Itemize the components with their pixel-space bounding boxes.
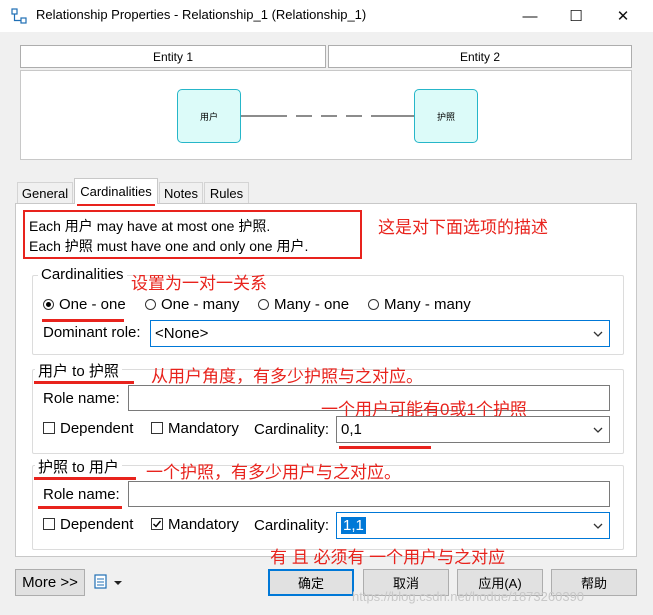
entity-box-user[interactable]: 用户 (177, 89, 241, 143)
dominant-role-label: Dominant role: (43, 324, 141, 341)
role1-dependent-label: Dependent (60, 419, 134, 437)
dropdown-arrow-icon (593, 331, 603, 337)
radio-indicator (368, 298, 379, 310)
radio-indicator (145, 298, 156, 310)
annotation-underline-role2 (34, 477, 136, 480)
tab-notes[interactable]: Notes (159, 182, 203, 204)
dominant-role-value: <None> (155, 325, 209, 342)
dominant-role-select[interactable]: <None> (150, 320, 610, 347)
role1-cardinality-select[interactable]: 0,1 (336, 416, 610, 443)
radio-many-many[interactable]: Many - many (368, 295, 471, 313)
role2-mandatory-label: Mandatory (168, 515, 239, 533)
role2-name-input[interactable] (128, 481, 610, 507)
checkbox-indicator (151, 422, 163, 434)
checkbox-indicator (43, 518, 55, 530)
relationship-app-icon (11, 8, 27, 24)
radio-one-one[interactable]: One - one (43, 295, 126, 313)
role2-cardinality-label: Cardinality: (254, 517, 330, 534)
role1-legend: 用户 to 护照 (35, 360, 122, 381)
role1-mandatory-label: Mandatory (168, 419, 239, 437)
radio-indicator (258, 298, 269, 310)
radio-one-many-label: One - many (161, 295, 240, 313)
role1-mandatory-checkbox[interactable]: Mandatory (151, 419, 239, 437)
role2-cardinality-value: 1,1 (341, 517, 366, 534)
role2-cardinality-select[interactable]: 1,1 (336, 512, 610, 539)
role2-dependent-checkbox[interactable]: Dependent (43, 515, 134, 533)
dropdown-arrow-icon (593, 523, 603, 529)
annotation-description-note: 这是对下面选项的描述 (378, 218, 548, 237)
checkbox-indicator (43, 422, 55, 434)
annotation-box-description (23, 210, 362, 259)
maximize-button[interactable]: ☐ (553, 0, 599, 32)
watermark-text: https://blog.csdn.net/hodue/1873260390 (352, 589, 585, 604)
tab-general[interactable]: General (17, 182, 73, 204)
role1-dependent-checkbox[interactable]: Dependent (43, 419, 134, 437)
minimize-button[interactable]: — (507, 0, 553, 32)
relationship-link (241, 115, 414, 117)
radio-many-many-label: Many - many (384, 295, 471, 313)
annotation-underline-role1-card (339, 446, 431, 449)
annotation-role2-note: 一个护照，有多少用户与之对应。 (146, 463, 401, 482)
radio-one-one-label: One - one (59, 295, 126, 313)
annotation-underline-tab (77, 204, 155, 206)
checkmark-icon (151, 518, 163, 530)
role1-cardinality-value: 0,1 (341, 421, 362, 438)
role2-dependent-label: Dependent (60, 515, 134, 533)
more-button[interactable]: More >> (15, 569, 85, 596)
annotation-role1-note: 从用户角度，有多少护照与之对应。 (151, 367, 423, 386)
role2-name-label: Role name: (43, 486, 120, 503)
tool-icon[interactable] (94, 574, 128, 592)
annotation-role2-card-note: 有 且 必须有 一个用户与之对应 (270, 548, 506, 567)
role2-legend: 护照 to 用户 (35, 456, 122, 477)
entity2-header[interactable]: Entity 2 (328, 45, 632, 68)
radio-selected-indicator (43, 298, 54, 310)
radio-many-one[interactable]: Many - one (258, 295, 350, 313)
entity-box-passport[interactable]: 护照 (414, 89, 478, 143)
entity1-header[interactable]: Entity 1 (20, 45, 326, 68)
annotation-underline-role2-name (38, 506, 122, 509)
window-title: Relationship Properties - Relationship_1… (36, 7, 367, 22)
tab-cardinalities[interactable]: Cardinalities (74, 178, 158, 204)
tab-rules[interactable]: Rules (204, 182, 249, 204)
annotation-underline-one-one (42, 319, 124, 322)
relationship-diagram: 用户 护照 (20, 70, 632, 160)
dropdown-arrow-icon (593, 427, 603, 433)
role1-name-label: Role name: (43, 390, 120, 407)
ok-button[interactable]: 确定 (268, 569, 354, 596)
radio-many-one-label: Many - one (274, 295, 350, 313)
cardinalities-legend: Cardinalities (38, 266, 127, 283)
annotation-cardinality-note: 设置为一对一关系 (131, 274, 267, 293)
role1-cardinality-label: Cardinality: (254, 421, 330, 438)
close-button[interactable]: ✕ (600, 0, 646, 32)
role2-mandatory-checkbox[interactable]: Mandatory (151, 515, 239, 533)
annotation-underline-role1 (34, 381, 134, 384)
radio-one-many[interactable]: One - many (145, 295, 240, 313)
